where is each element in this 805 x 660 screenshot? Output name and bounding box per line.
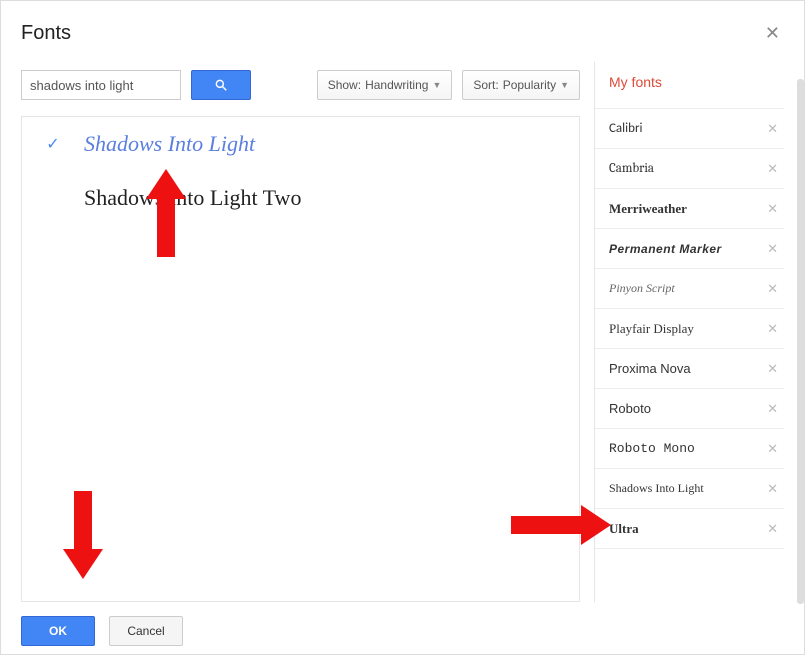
my-font-label: Cambria bbox=[609, 161, 654, 176]
font-result-row[interactable]: ✓ Shadows Into Light Two bbox=[22, 171, 579, 225]
controls-row: Show: Handwriting ▼ Sort: Popularity ▼ bbox=[21, 62, 580, 116]
ok-button[interactable]: OK bbox=[21, 616, 95, 646]
remove-icon[interactable]: ✕ bbox=[767, 241, 778, 257]
check-icon: ✓ bbox=[42, 188, 64, 208]
my-font-label: Calibri bbox=[609, 121, 642, 136]
show-filter-prefix: Show: bbox=[328, 78, 361, 92]
font-result-row[interactable]: ✓ Shadows Into Light bbox=[22, 117, 579, 171]
remove-icon[interactable]: ✕ bbox=[767, 281, 778, 297]
my-font-label: Playfair Display bbox=[609, 321, 694, 337]
sort-filter-value: Popularity bbox=[503, 78, 556, 92]
my-font-label: Permanent Marker bbox=[609, 242, 722, 256]
my-fonts-list[interactable]: Calibri ✕ Cambria ✕ Merriweather ✕ Permanen… bbox=[595, 108, 784, 602]
remove-icon[interactable]: ✕ bbox=[767, 441, 778, 457]
search-input[interactable] bbox=[21, 70, 181, 100]
my-fonts-title: My fonts bbox=[595, 62, 784, 108]
right-pane: My fonts Calibri ✕ Cambria ✕ Merriweather ✕… bbox=[594, 62, 784, 602]
left-pane: Show: Handwriting ▼ Sort: Popularity ▼ ✓… bbox=[21, 62, 580, 602]
my-font-item[interactable]: Shadows Into Light ✕ bbox=[595, 469, 784, 509]
my-font-item[interactable]: Permanent Marker ✕ bbox=[595, 229, 784, 269]
dialog-footer: OK Cancel bbox=[1, 602, 804, 660]
remove-icon[interactable]: ✕ bbox=[767, 401, 778, 417]
my-font-label: Roboto bbox=[609, 401, 651, 416]
scrollbar[interactable] bbox=[797, 79, 804, 604]
cancel-button[interactable]: Cancel bbox=[109, 616, 183, 646]
results-list: ✓ Shadows Into Light ✓ Shadows Into Ligh… bbox=[21, 116, 580, 602]
dialog-header: Fonts ✕ bbox=[1, 1, 804, 62]
my-font-item[interactable]: Calibri ✕ bbox=[595, 109, 784, 149]
my-font-item[interactable]: Merriweather ✕ bbox=[595, 189, 784, 229]
remove-icon[interactable]: ✕ bbox=[767, 321, 778, 337]
remove-icon[interactable]: ✕ bbox=[767, 121, 778, 137]
fonts-dialog: Fonts ✕ Show: Handwriting ▼ Sort: P bbox=[0, 0, 805, 655]
dialog-title: Fonts bbox=[21, 22, 71, 45]
my-font-label: Ultra bbox=[609, 521, 639, 537]
my-font-label: Roboto Mono bbox=[609, 441, 695, 456]
my-font-item[interactable]: Roboto ✕ bbox=[595, 389, 784, 429]
my-font-item[interactable]: Pinyon Script ✕ bbox=[595, 269, 784, 309]
remove-icon[interactable]: ✕ bbox=[767, 201, 778, 217]
dialog-body: Show: Handwriting ▼ Sort: Popularity ▼ ✓… bbox=[1, 62, 804, 602]
search-button[interactable] bbox=[191, 70, 251, 100]
chevron-down-icon: ▼ bbox=[432, 80, 441, 90]
my-font-item[interactable]: Ultra ✕ bbox=[595, 509, 784, 549]
my-font-label: Shadows Into Light bbox=[609, 481, 704, 496]
my-font-item[interactable]: Proxima Nova ✕ bbox=[595, 349, 784, 389]
remove-icon[interactable]: ✕ bbox=[767, 361, 778, 377]
remove-icon[interactable]: ✕ bbox=[767, 481, 778, 497]
my-font-label: Merriweather bbox=[609, 201, 687, 217]
font-sample-label: Shadows Into Light bbox=[84, 131, 255, 157]
remove-icon[interactable]: ✕ bbox=[767, 161, 778, 177]
chevron-down-icon: ▼ bbox=[560, 80, 569, 90]
check-icon: ✓ bbox=[42, 134, 64, 154]
font-sample-label: Shadows Into Light Two bbox=[84, 185, 301, 211]
my-font-label: Pinyon Script bbox=[609, 281, 675, 296]
my-font-item[interactable]: Roboto Mono ✕ bbox=[595, 429, 784, 469]
search-icon bbox=[214, 78, 228, 92]
remove-icon[interactable]: ✕ bbox=[767, 521, 778, 537]
my-font-label: Proxima Nova bbox=[609, 361, 691, 376]
sort-filter-dropdown[interactable]: Sort: Popularity ▼ bbox=[462, 70, 580, 100]
show-filter-dropdown[interactable]: Show: Handwriting ▼ bbox=[317, 70, 453, 100]
sort-filter-prefix: Sort: bbox=[473, 78, 498, 92]
my-font-item[interactable]: Playfair Display ✕ bbox=[595, 309, 784, 349]
my-font-item[interactable]: Cambria ✕ bbox=[595, 149, 784, 189]
close-icon[interactable]: ✕ bbox=[761, 19, 784, 48]
show-filter-value: Handwriting bbox=[365, 78, 428, 92]
